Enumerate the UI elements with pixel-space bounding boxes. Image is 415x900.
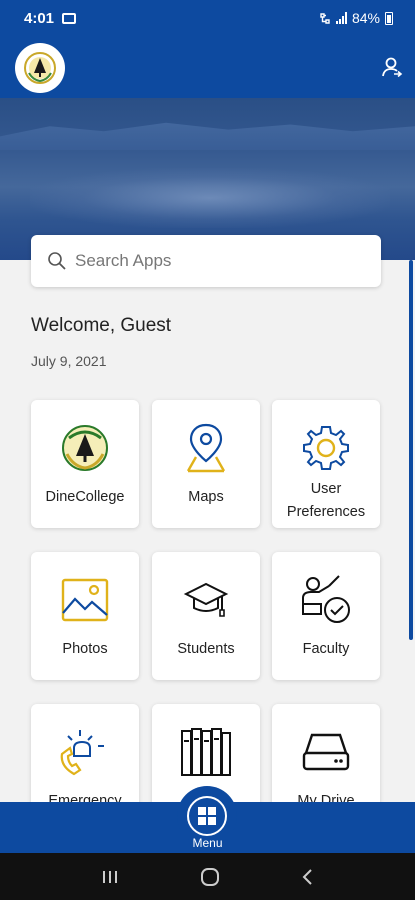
status-right: 84% — [319, 10, 393, 26]
menu-label: Menu — [192, 836, 223, 850]
app-label: Maps — [188, 489, 224, 505]
app-label: Faculty — [302, 641, 350, 657]
status-time: 4:01 — [24, 9, 55, 27]
college-logo[interactable] — [15, 43, 65, 93]
dine-college-logo-icon — [62, 425, 108, 471]
app-label: Students — [177, 641, 235, 657]
home-icon[interactable] — [200, 867, 220, 887]
library-books-icon — [181, 728, 231, 776]
image-notification-icon — [62, 12, 77, 24]
map-pin-icon — [186, 423, 226, 473]
search-bar[interactable] — [31, 235, 381, 287]
app-tile-user-preferences[interactable]: User Preferences — [272, 400, 380, 528]
app-header — [0, 36, 415, 98]
system-nav-bar — [0, 853, 415, 900]
drive-icon — [302, 733, 350, 771]
recent-apps-icon[interactable] — [101, 869, 119, 885]
graduation-cap-icon — [183, 582, 229, 617]
search-icon — [48, 252, 66, 270]
user-account-icon[interactable] — [381, 56, 403, 78]
search-input[interactable] — [75, 251, 355, 271]
photo-icon — [61, 578, 109, 622]
emergency-icon — [60, 730, 104, 776]
scrollbar[interactable] — [409, 260, 413, 640]
app-label: DineCollege — [45, 489, 125, 505]
battery-icon — [385, 11, 393, 25]
app-tile-students[interactable]: Students — [152, 552, 260, 680]
welcome-greeting: Welcome, Guest — [31, 315, 172, 336]
app-tile-dinecollege[interactable]: DineCollege — [31, 400, 139, 528]
app-tile-maps[interactable]: Maps — [152, 400, 260, 528]
app-label: User Preferences — [286, 481, 366, 520]
status-bar: 4:01 84% — [0, 0, 415, 36]
grid-menu-icon — [198, 807, 216, 825]
faculty-icon — [302, 575, 350, 623]
wifi-calling-icon — [320, 12, 330, 24]
dine-college-logo-icon — [24, 52, 56, 84]
app-tile-photos[interactable]: Photos — [31, 552, 139, 680]
signal-icon — [335, 12, 347, 24]
battery-percent: 84% — [351, 10, 380, 26]
back-icon[interactable] — [301, 868, 315, 886]
app-tile-faculty[interactable]: Faculty — [272, 552, 380, 680]
gear-icon — [303, 426, 349, 470]
current-date: July 9, 2021 — [31, 353, 107, 369]
app-label: Photos — [62, 641, 108, 657]
